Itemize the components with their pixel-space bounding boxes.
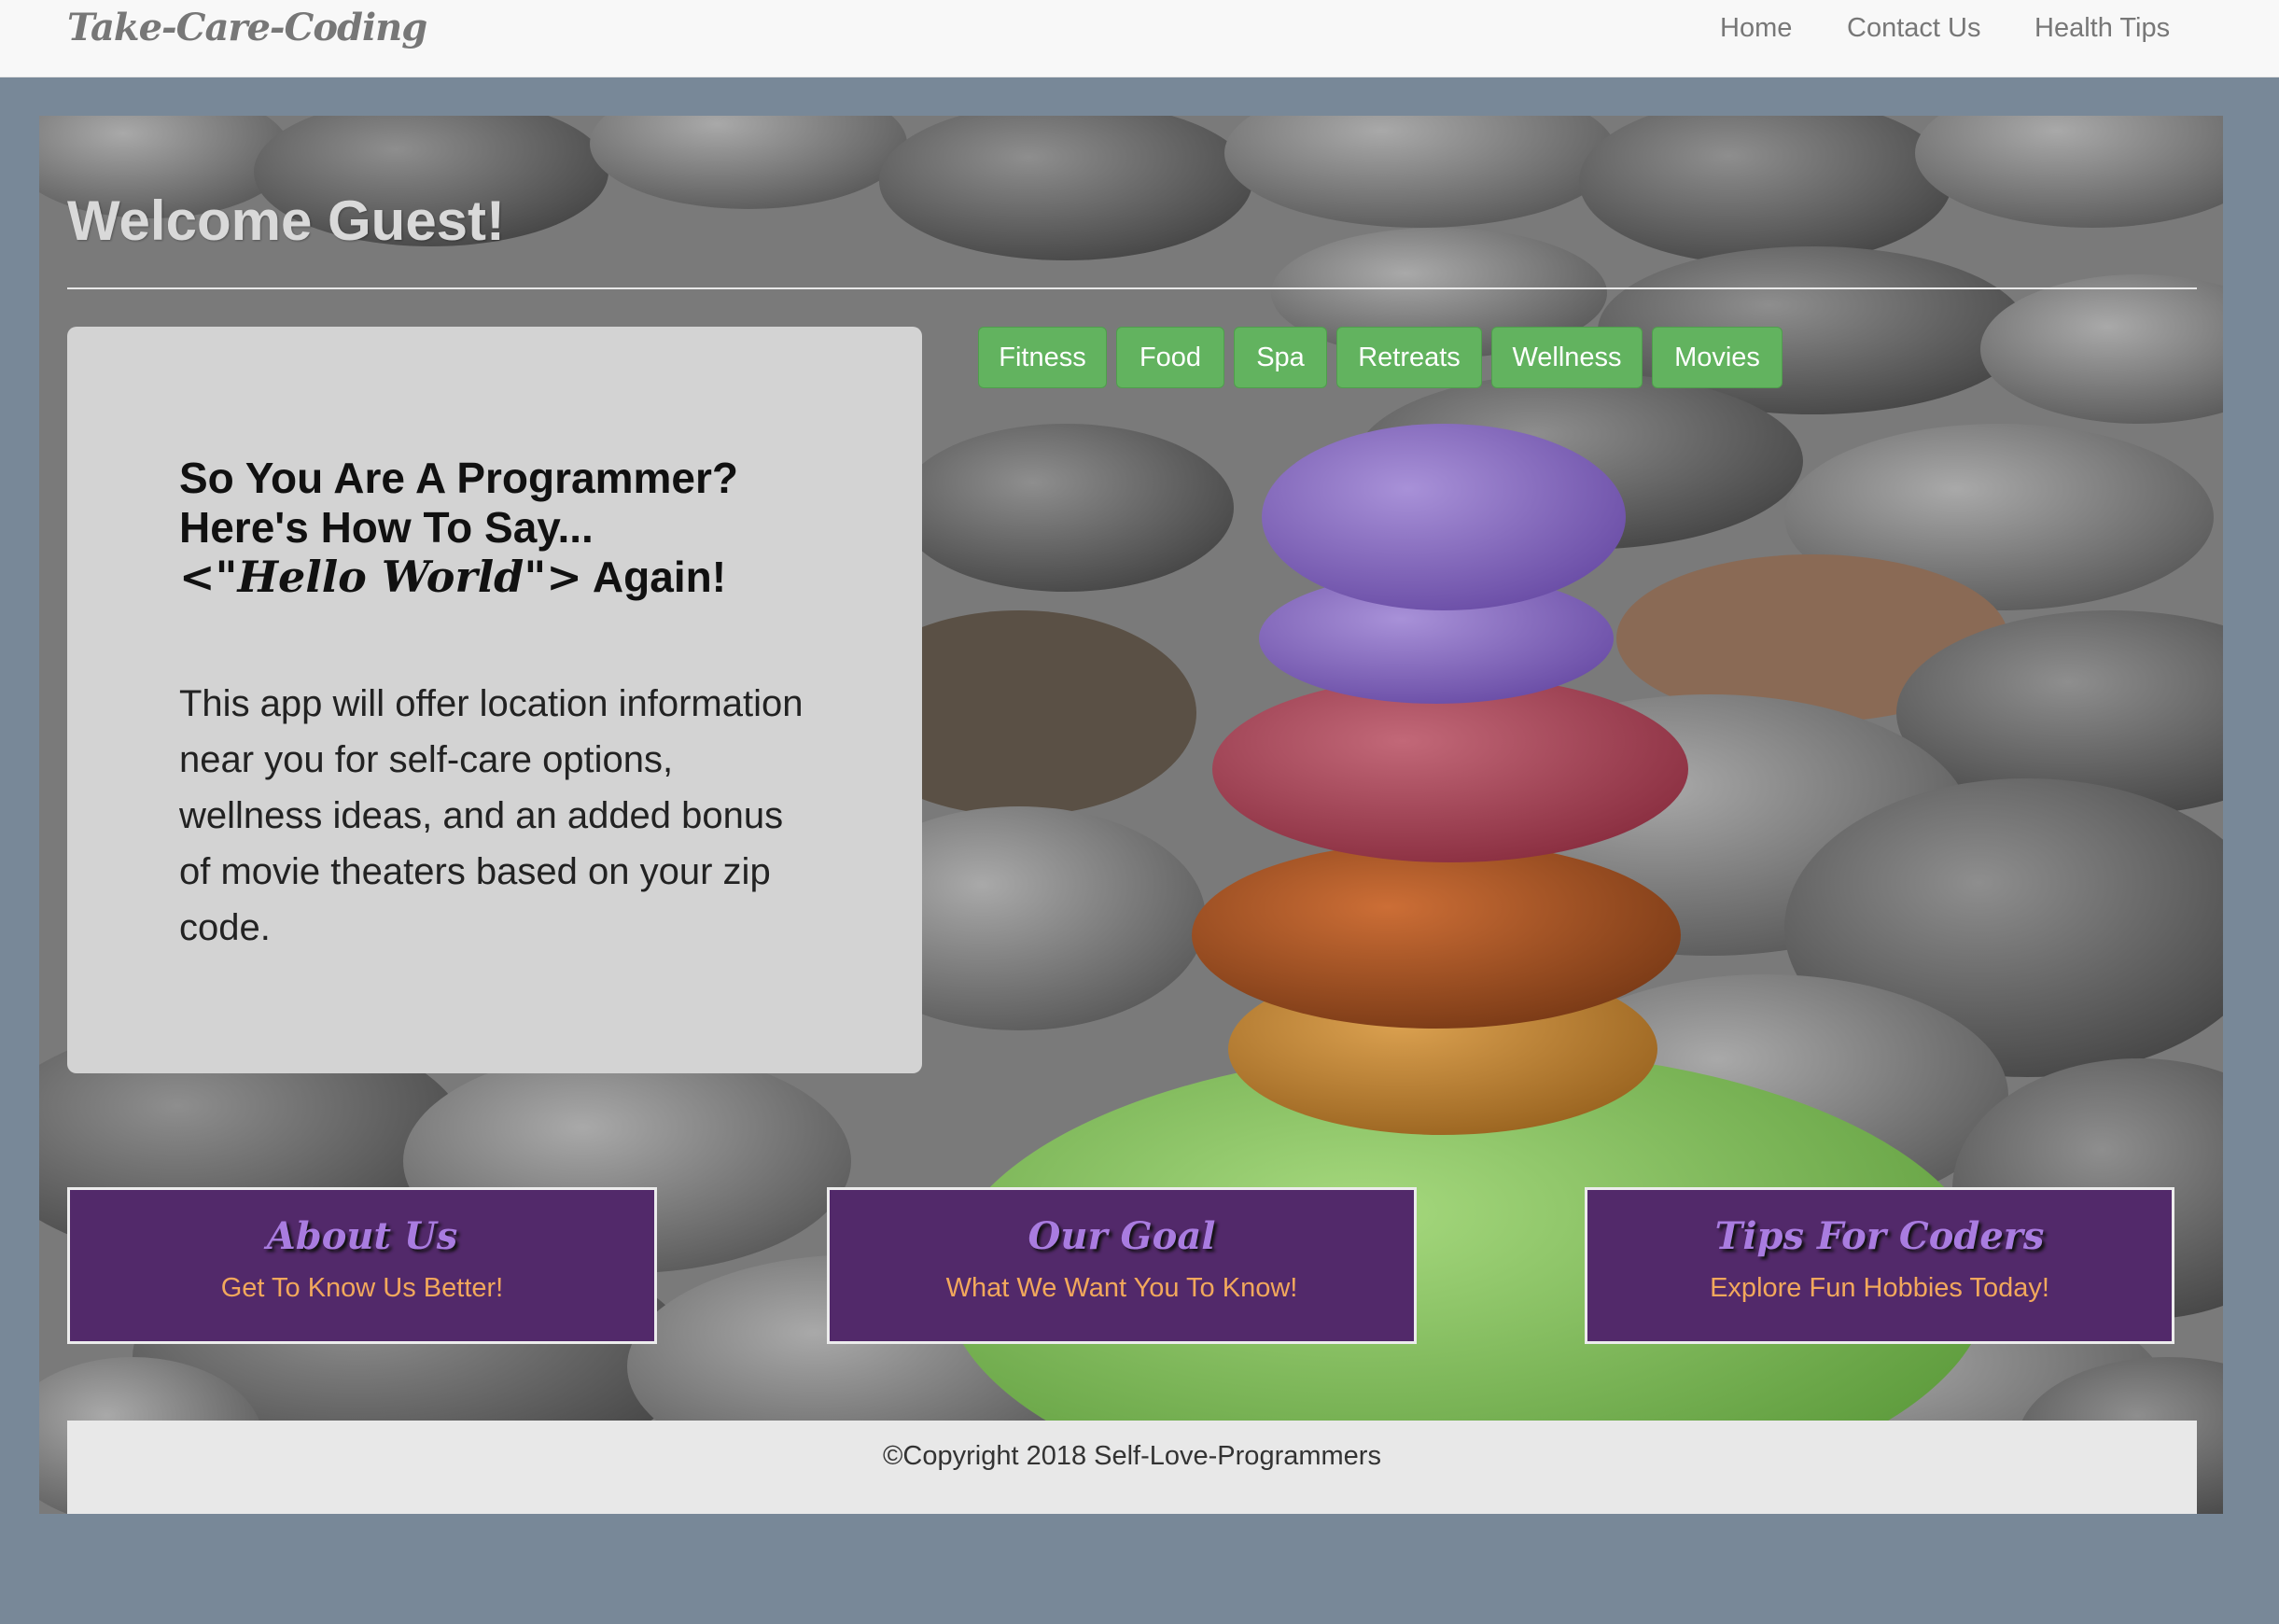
nav-health-tips-link[interactable]: Health Tips	[2034, 13, 2170, 44]
about-us-subtitle: Get To Know Us Better!	[220, 1273, 504, 1303]
tips-for-coders-box[interactable]: Tips For Coders Explore Fun Hobbies Toda…	[1585, 1187, 2174, 1344]
nav-contact-link[interactable]: Contact Us	[1847, 13, 1980, 44]
wellness-button[interactable]: Wellness	[1491, 327, 1643, 388]
hello-world-text: <"Hello World">	[179, 552, 582, 602]
about-us-box[interactable]: About Us Get To Know Us Better!	[67, 1187, 657, 1344]
tips-for-coders-subtitle: Explore Fun Hobbies Today!	[1710, 1273, 2049, 1303]
hero-section: Welcome Guest! So You Are A Programmer? …	[39, 116, 2223, 1514]
brand-logo[interactable]: Take-Care-Coding	[67, 6, 427, 49]
intro-title: So You Are A Programmer? Here's How To S…	[179, 454, 851, 602]
about-us-title: About Us	[266, 1214, 458, 1258]
our-goal-box[interactable]: Our Goal What We Want You To Know!	[827, 1187, 1417, 1344]
intro-title-line2: Here's How To Say...	[179, 503, 594, 552]
intro-card: So You Are A Programmer? Here's How To S…	[67, 327, 922, 1073]
welcome-heading: Welcome Guest!	[67, 189, 506, 252]
tips-for-coders-title: Tips For Coders	[1714, 1214, 2045, 1258]
our-goal-subtitle: What We Want You To Know!	[945, 1273, 1298, 1303]
nav-home-link[interactable]: Home	[1720, 13, 1792, 44]
fitness-button[interactable]: Fitness	[978, 327, 1107, 388]
movies-button[interactable]: Movies	[1652, 327, 1783, 388]
copyright-text: ©Copyright 2018 Self-Love-Programmers	[883, 1441, 1381, 1471]
intro-title-again: Again!	[581, 553, 727, 601]
intro-description: This app will offer location information…	[179, 683, 804, 948]
our-goal-title: Our Goal	[1028, 1214, 1216, 1258]
retreats-button[interactable]: Retreats	[1336, 327, 1482, 388]
intro-title-line1: So You Are A Programmer?	[179, 454, 738, 502]
divider	[67, 287, 2197, 289]
navbar: Take-Care-Coding Home Contact Us Health …	[0, 0, 2279, 77]
footer: ©Copyright 2018 Self-Love-Programmers	[67, 1421, 2197, 1514]
food-button[interactable]: Food	[1116, 327, 1224, 388]
spa-button[interactable]: Spa	[1234, 327, 1327, 388]
